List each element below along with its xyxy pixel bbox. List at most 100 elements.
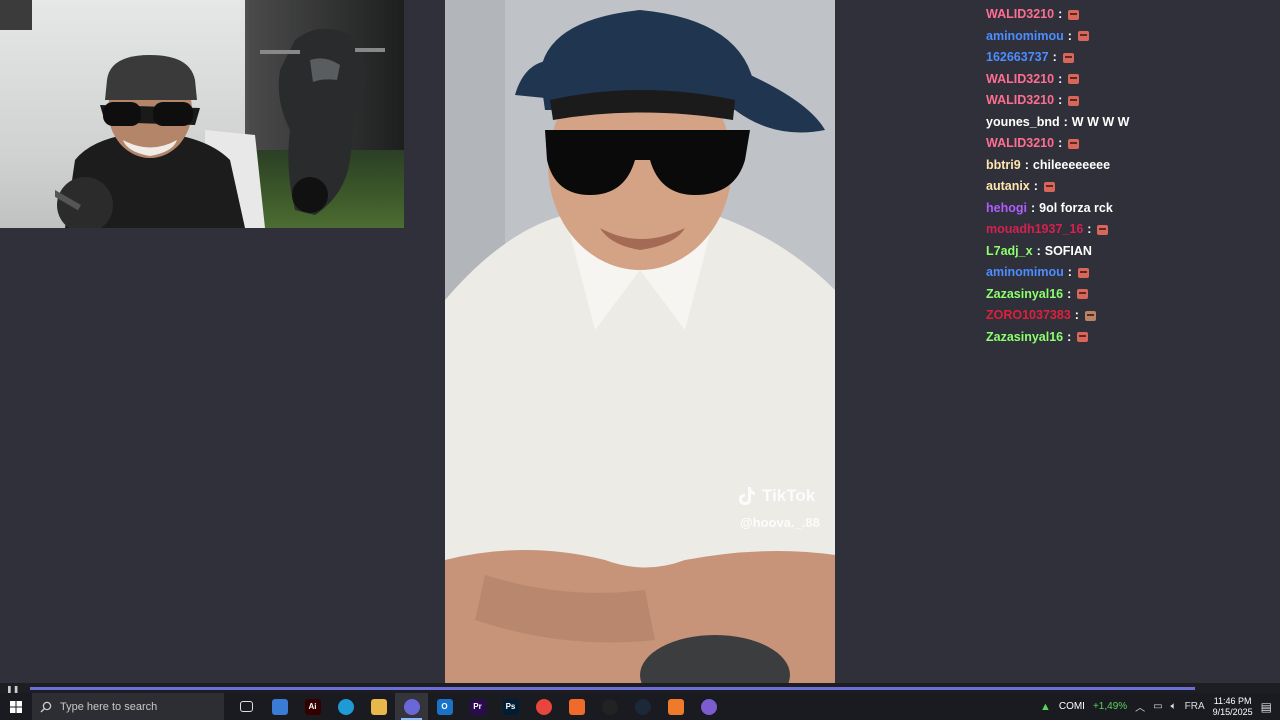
chat-username[interactable]: mouadh1937_16 (986, 219, 1083, 241)
chat-message: Zazasinyal16: (986, 327, 1266, 349)
chat-message: younes_bnd: W W W W (986, 112, 1266, 134)
chat-username[interactable]: WALID3210 (986, 69, 1054, 91)
obs-icon[interactable] (593, 693, 626, 720)
chat-message: WALID3210: (986, 4, 1266, 26)
tiktok-handle: @hoova._.88 (740, 515, 820, 530)
chat-message: L7adj_x: SOFIAN (986, 241, 1266, 263)
chat-username[interactable]: WALID3210 (986, 90, 1054, 112)
face-emote-icon (1068, 138, 1080, 149)
premiere-icon[interactable]: Pr (461, 693, 494, 720)
streamer-image (55, 55, 265, 228)
chat-username[interactable]: aminomimou (986, 26, 1064, 48)
store-icon[interactable] (263, 693, 296, 720)
chat-message: Zazasinyal16: (986, 284, 1266, 306)
twitch-chat-glyph (700, 698, 717, 715)
stock-ticker[interactable]: COMI (1059, 701, 1085, 712)
file-explorer-glyph (370, 698, 387, 715)
chat-message: hehogi:9ol forza rck (986, 198, 1266, 220)
face-emote-icon (1077, 289, 1089, 300)
system-tray: ▲ COMI +1,49% ︿ ▭ 🔈︎ FRA 11:46 PM 9/15/2… (1040, 693, 1280, 720)
search-icon (40, 701, 52, 712)
chat-text: W W W W (1071, 114, 1130, 129)
chat-username[interactable]: bbtri9 (986, 155, 1021, 177)
chat-separator: : (1036, 243, 1041, 258)
edge-glyph (337, 698, 354, 715)
chat-separator: : (1067, 329, 1072, 344)
windows-logo-icon (10, 700, 22, 713)
chat-username[interactable]: WALID3210 (986, 4, 1054, 26)
clock-time: 11:46 PM (1213, 695, 1252, 706)
tiktok-watermark: TikTok (738, 486, 815, 506)
start-button[interactable] (0, 693, 32, 720)
progress-fill (30, 687, 1196, 690)
chat-username[interactable]: Zazasinyal16 (986, 284, 1063, 306)
chrome-glyph (535, 698, 552, 715)
brave-icon[interactable] (560, 693, 593, 720)
chat-message: aminomimou: (986, 262, 1266, 284)
webcam-door (0, 0, 32, 30)
outlook-glyph: O (436, 698, 453, 715)
chat-separator: : (1033, 179, 1038, 193)
clock[interactable]: 11:46 PM 9/15/2025 (1213, 696, 1253, 718)
chat-message: aminomimou: (986, 26, 1266, 48)
face-emote-icon (1043, 181, 1055, 192)
chat-username[interactable]: ZORO1037383 (986, 305, 1071, 327)
chat-separator: : (1024, 157, 1029, 172)
chat-username[interactable]: WALID3210 (986, 133, 1054, 155)
motorcycle-image (260, 28, 385, 216)
file-explorer-icon[interactable] (362, 693, 395, 720)
chat-message: mouadh1937_16: (986, 219, 1266, 241)
chrome-icon[interactable] (527, 693, 560, 720)
chat-text: SOFIAN (1044, 243, 1092, 258)
chat-message: WALID3210: (986, 90, 1266, 112)
face-emote-icon (1062, 52, 1074, 63)
chat-username[interactable]: aminomimou (986, 262, 1064, 284)
illustrator-icon[interactable]: Ai (296, 693, 329, 720)
illustrator-glyph: Ai (304, 698, 321, 715)
chat-username[interactable]: autanix (986, 176, 1030, 198)
chat-username[interactable]: 162663737 (986, 47, 1049, 69)
player-progress[interactable]: ❚❚ (0, 683, 1280, 694)
outlook-icon[interactable]: O (428, 693, 461, 720)
photoshop-icon[interactable]: Ps (494, 693, 527, 720)
chat-separator: : (1052, 50, 1057, 64)
streamlabs-icon[interactable] (395, 693, 428, 720)
face-emote-icon (1077, 267, 1089, 278)
task-view-icon[interactable] (230, 693, 263, 720)
chat-separator: : (1074, 308, 1079, 322)
chat-username[interactable]: L7adj_x (986, 241, 1033, 263)
volume-icon[interactable]: 🔈︎ (1171, 701, 1177, 712)
chat-username[interactable]: younes_bnd (986, 112, 1060, 134)
webcam-overlay (0, 0, 404, 228)
chat-separator: : (1030, 200, 1036, 215)
aximp-glyph (667, 698, 684, 715)
stock-change: +1,49% (1092, 701, 1128, 712)
chat-separator: : (1063, 114, 1068, 129)
twitch-chat-icon[interactable] (692, 693, 725, 720)
chat-username[interactable]: Zazasinyal16 (986, 327, 1063, 349)
chat-message: autanix: (986, 176, 1266, 198)
chat-separator: : (1087, 222, 1092, 236)
chat-message: ZORO1037383: (986, 305, 1266, 327)
notifications-icon[interactable]: ▤ (1261, 700, 1272, 714)
face-emote-icon (1097, 224, 1109, 235)
edge-icon[interactable] (329, 693, 362, 720)
chevron-up-icon[interactable]: ︿ (1135, 699, 1145, 714)
tiktok-brand: TikTok (762, 486, 816, 505)
windows-taskbar: Type here to search Ai O Pr Ps ▲ COMI +1,49… (0, 693, 1280, 720)
chat-username[interactable]: hehogi (986, 198, 1027, 220)
face-emote-icon (1077, 31, 1089, 42)
chat-text: chileeeeeeee (1032, 157, 1111, 172)
chat-text: 9ol forza rck (1039, 200, 1113, 215)
taskbar-apps: Ai O Pr Ps (230, 693, 725, 720)
chat-panel: WALID3210: aminomimou:162663737: WALID3210… (986, 4, 1266, 348)
language-indicator[interactable]: FRA (1185, 701, 1205, 712)
store-glyph (271, 698, 288, 715)
steam-icon[interactable] (626, 693, 659, 720)
premiere-glyph: Pr (469, 698, 486, 715)
chat-message: WALID3210: (986, 69, 1266, 91)
aximp-icon[interactable] (659, 693, 692, 720)
network-icon[interactable]: ▭ (1153, 701, 1162, 712)
taskbar-search[interactable]: Type here to search (32, 693, 224, 720)
main-video[interactable] (445, 0, 835, 683)
